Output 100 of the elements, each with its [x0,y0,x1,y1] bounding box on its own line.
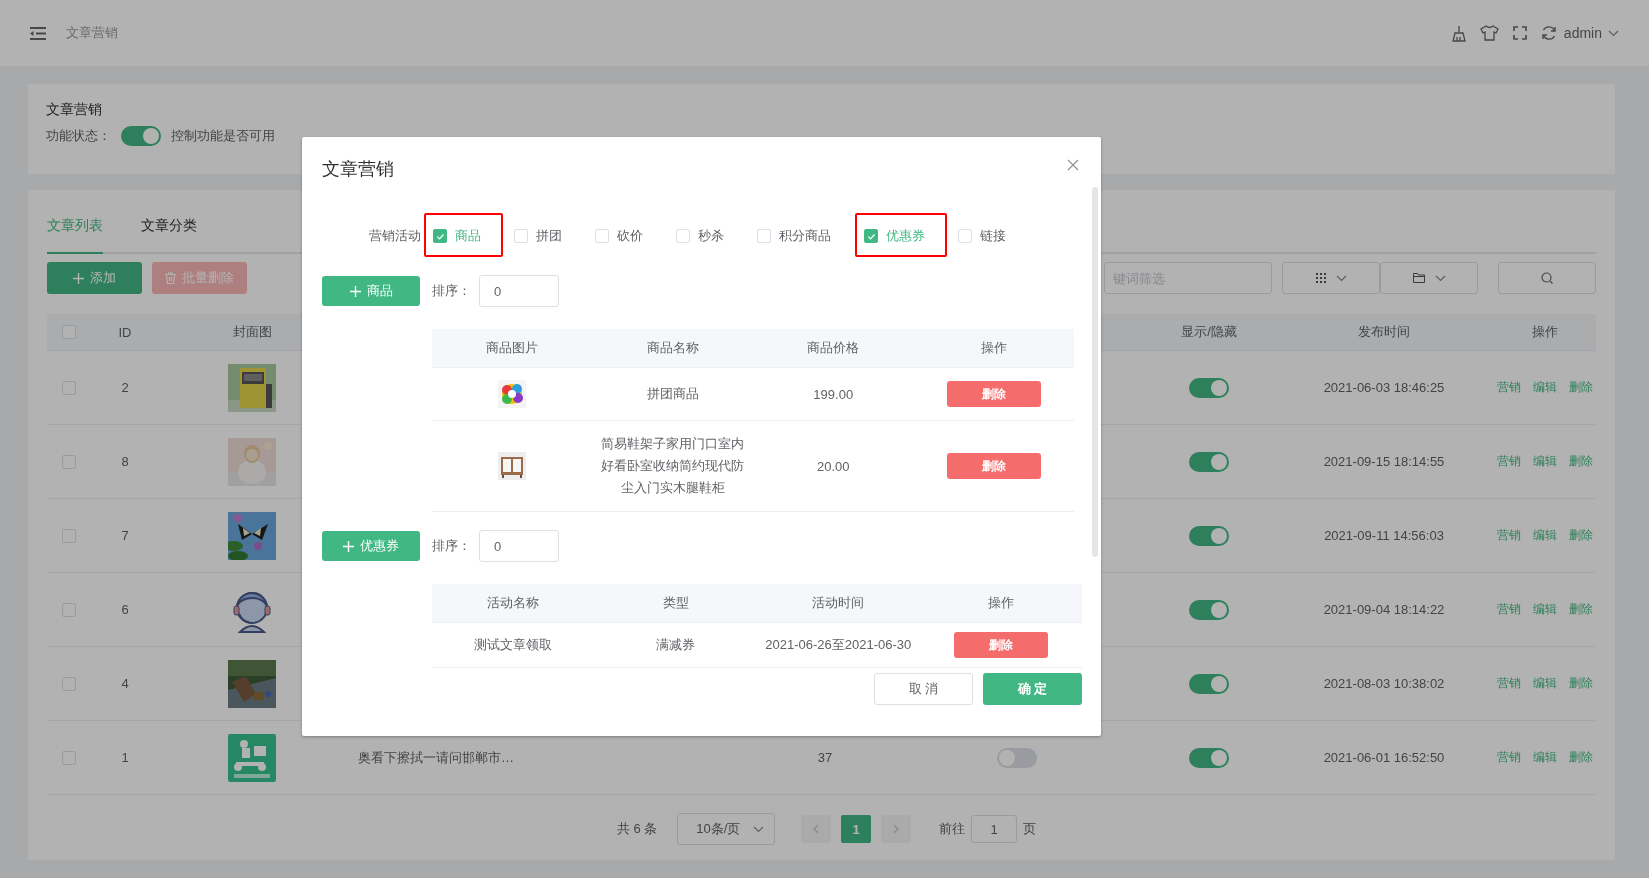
table-cell-text: 奥看下擦拭一请问邯郸市… [357,748,514,767]
table-cell: 7 [121,528,129,543]
cancel-button[interactable]: 取 消 [874,673,973,705]
confirm-button[interactable]: 确 定 [983,673,1082,705]
action-link[interactable]: 删除 [1569,379,1593,396]
table-cell: 8 [121,454,129,469]
checkbox-label[interactable]: 拼团 [536,227,562,245]
folder-icon [1412,273,1425,283]
action-link[interactable]: 营销 [1497,453,1521,470]
hint-text: 控制功能是否可用 [171,127,275,145]
toggle-switch[interactable] [997,747,1037,768]
table-cell-text: 拼团商品 [645,385,700,403]
close-icon[interactable] [1067,159,1079,171]
toggle-switch[interactable] [121,126,161,146]
table-cell: 2021-09-04 18:14:22 [1323,602,1445,617]
action-link[interactable]: 编辑 [1533,379,1557,396]
action-link[interactable]: 营销 [1497,675,1521,692]
column-header: 活动名称 [487,594,540,612]
total-count: 共 6 条 [616,820,658,838]
sort-field[interactable]: 0 [479,530,559,562]
search-button[interactable] [1498,262,1596,294]
column-header: 发布时间 [1358,323,1410,341]
table-cell: 2021-09-11 14:56:03 [1324,528,1444,543]
column-header: 活动时间 [812,594,865,612]
checkbox-label[interactable]: 秒杀 [698,227,724,245]
table-cell: 37 [817,750,833,765]
action-link[interactable]: 删除 [1569,749,1593,766]
table-cell: 2021-06-03 18:46:25 [1323,380,1445,395]
tab[interactable]: 文章列表 [47,212,103,254]
action-link[interactable]: 营销 [1497,749,1521,766]
delete-button[interactable]: 删除 [946,453,1041,479]
action-link[interactable]: 删除 [1569,675,1593,692]
checkbox-label[interactable]: 链接 [980,227,1006,245]
action-link[interactable]: 编辑 [1533,527,1557,544]
plus-icon [349,285,361,297]
tab[interactable]: 文章分类 [141,212,197,254]
user-name[interactable]: admin [1563,25,1602,41]
action-link[interactable]: 编辑 [1533,749,1557,766]
refresh-icon[interactable] [1540,25,1557,41]
category-dropdown[interactable] [1380,262,1478,294]
column-header: 商品图片 [486,339,539,357]
field-label: 排序： [432,282,471,300]
checkbox-label[interactable]: 商品 [455,227,481,245]
page-number[interactable]: 1 [841,815,872,843]
action-link[interactable]: 营销 [1497,601,1521,618]
delete-button[interactable]: 删除 [946,381,1041,407]
action-link[interactable]: 编辑 [1533,675,1557,692]
action-link[interactable]: 删除 [1569,527,1593,544]
column-header: 操作 [1532,323,1558,341]
action-link[interactable]: 删除 [1569,601,1593,618]
prev-page-button[interactable] [801,815,832,843]
delete-button[interactable]: 删除 [953,632,1048,658]
next-page-button[interactable] [881,815,912,843]
table-cell-text: 简易鞋架子家用门口室内好看卧室收纳简约现代防尘入门实木腿鞋柜 [600,435,746,497]
field-label: 功能状态： [46,127,111,145]
add-goods-button[interactable]: 商品 [322,276,420,306]
chevron-right-icon [893,824,900,834]
toggle-switch[interactable] [1189,747,1229,768]
checkbox[interactable] [864,229,878,243]
action-link[interactable]: 编辑 [1533,453,1557,470]
plus-icon [73,272,84,284]
view-dropdown[interactable] [1282,262,1380,294]
add-coupon-button[interactable]: 优惠券 [322,531,420,561]
chevron-left-icon [813,824,820,834]
toggle-switch[interactable] [1189,451,1229,472]
toggle-switch[interactable] [1189,599,1229,620]
scrollbar-thumb[interactable] [1092,187,1098,557]
table-cell: 满减券 [656,636,696,654]
breadcrumb[interactable]: 文章营销 [66,24,118,42]
toggle-switch[interactable] [1189,525,1229,546]
page-size-select[interactable]: 10条/页 [677,813,776,845]
table-cell: 测试文章领取 [474,636,553,654]
column-header: 封面图 [232,323,272,341]
fullscreen-icon[interactable] [1512,26,1527,40]
table-cell: 199.00 [813,386,854,402]
table-cell: 6 [121,602,129,617]
checkbox-label[interactable]: 砍价 [617,227,643,245]
column-header: ID [118,324,132,340]
tshirt-icon[interactable] [1479,25,1499,41]
trash-icon [165,272,176,284]
action-link[interactable]: 营销 [1497,527,1521,544]
action-link[interactable]: 营销 [1497,379,1521,396]
card-title: 文章营销 [46,101,103,119]
page-input[interactable]: 1 [971,815,1018,843]
checkbox-label[interactable]: 优惠券 [886,227,925,245]
page-suffix: 页 [1023,820,1037,838]
table-cell: 2021-06-01 16:52:50 [1323,750,1445,765]
checkbox[interactable] [433,229,447,243]
menu-icon[interactable] [30,26,46,40]
action-link[interactable]: 删除 [1569,453,1593,470]
dialog-title: 文章营销 [322,158,394,181]
toggle-switch[interactable] [1189,673,1229,694]
sort-field[interactable]: 0 [479,275,559,307]
broom-icon[interactable] [1449,24,1466,42]
toggle-switch[interactable] [1189,377,1229,398]
search-icon [1541,272,1553,284]
action-link[interactable]: 编辑 [1533,601,1557,618]
goto-label: 前往 [939,820,966,838]
add-button[interactable]: 添加 [47,262,142,294]
checkbox-label[interactable]: 积分商品 [779,227,831,245]
